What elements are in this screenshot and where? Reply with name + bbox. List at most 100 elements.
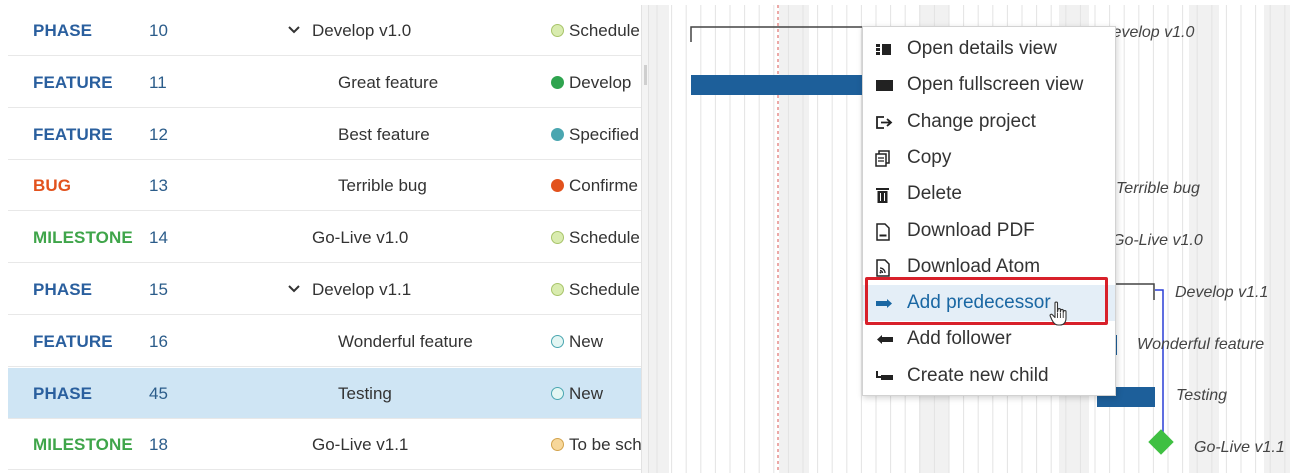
table-row[interactable]: MILESTONE 14 Go-Live v1.0 Schedule bbox=[8, 212, 641, 264]
type-cell: MILESTONE bbox=[33, 228, 133, 248]
id-link[interactable]: 14 bbox=[149, 212, 199, 263]
menu-item-label: Open fullscreen view bbox=[907, 74, 1084, 96]
menu-item-open-details-view[interactable]: Open details view bbox=[863, 31, 1115, 67]
gantt-bar bbox=[691, 75, 871, 95]
divider-grip[interactable] bbox=[644, 65, 647, 85]
gantt-label: Develop v1.1 bbox=[1175, 284, 1268, 301]
menu-item-change-project[interactable]: Change project bbox=[863, 104, 1115, 140]
menu-item-label: Download Atom bbox=[907, 255, 1041, 277]
add-follower-icon bbox=[875, 321, 895, 357]
gantt-label: Wonderful feature bbox=[1137, 336, 1264, 353]
status-cell[interactable]: Confirme bbox=[551, 160, 641, 211]
subject-text[interactable]: Develop v1.1 bbox=[312, 280, 411, 299]
menu-item-download-atom[interactable]: Download Atom bbox=[863, 249, 1115, 285]
menu-item-label: Add predecessor bbox=[907, 292, 1051, 314]
menu-item-label: Create new child bbox=[907, 364, 1049, 386]
status-label: Schedule bbox=[569, 228, 640, 248]
subject-text[interactable]: Develop v1.0 bbox=[312, 21, 411, 40]
type-cell: FEATURE bbox=[33, 72, 113, 92]
details-view-icon bbox=[875, 31, 895, 67]
type-cell: PHASE bbox=[33, 21, 93, 40]
subject-cell: Go-Live v1.0 bbox=[312, 212, 572, 263]
create-child-icon bbox=[875, 358, 895, 394]
table-row[interactable]: FEATURE 12 Best feature Specified bbox=[8, 109, 641, 160]
table-row[interactable]: PHASE 45 Testing New bbox=[8, 367, 641, 419]
status-label: Schedule bbox=[569, 21, 640, 40]
chevron-down-icon[interactable] bbox=[288, 265, 312, 315]
copy-icon bbox=[875, 140, 895, 176]
status-cell[interactable]: New bbox=[551, 368, 641, 419]
status-label: To be sch bbox=[569, 435, 641, 455]
delete-icon bbox=[875, 176, 895, 212]
menu-item-copy[interactable]: Copy bbox=[863, 140, 1115, 176]
fullscreen-view-icon bbox=[875, 67, 895, 103]
table-row[interactable]: PHASE 10 Develop v1.0 Schedule bbox=[8, 5, 641, 56]
status-dot-icon bbox=[551, 231, 564, 245]
atom-feed-icon bbox=[875, 249, 895, 285]
status-label: New bbox=[569, 383, 604, 403]
subject-text[interactable]: Best feature bbox=[338, 125, 430, 144]
status-dot-icon bbox=[551, 438, 564, 452]
menu-item-open-fullscreen-view[interactable]: Open fullscreen view bbox=[863, 67, 1115, 103]
subject-text[interactable]: Go-Live v1.0 bbox=[312, 228, 408, 247]
gantt-label: Testing bbox=[1176, 387, 1227, 404]
status-dot-icon bbox=[551, 283, 564, 296]
hand-cursor-icon bbox=[1049, 301, 1067, 326]
add-predecessor-icon bbox=[875, 285, 895, 321]
subject-cell: Develop v1.1 bbox=[288, 264, 548, 315]
subject-text[interactable]: Wonderful feature bbox=[338, 332, 473, 351]
status-dot-icon bbox=[551, 75, 564, 89]
menu-item-label: Download PDF bbox=[907, 219, 1035, 241]
table-row[interactable]: FEATURE 16 Wonderful feature New bbox=[8, 316, 641, 367]
status-label: Develop bbox=[569, 72, 632, 92]
table-row[interactable]: MILESTONE 18 Go-Live v1.1 To be sch bbox=[8, 419, 641, 471]
id-link[interactable]: 15 bbox=[149, 264, 199, 315]
status-cell[interactable]: Specified bbox=[551, 109, 641, 160]
subject-text[interactable]: Great feature bbox=[338, 73, 438, 92]
id-link[interactable]: 45 bbox=[149, 368, 199, 419]
subject-text[interactable]: Go-Live v1.1 bbox=[312, 435, 408, 454]
id-link[interactable]: 18 bbox=[149, 419, 199, 470]
table-row[interactable]: PHASE 15 Develop v1.1 Schedule bbox=[8, 264, 641, 315]
status-dot-icon bbox=[551, 24, 564, 37]
type-cell: FEATURE bbox=[33, 331, 113, 351]
menu-item-label: Open details view bbox=[907, 38, 1057, 59]
chevron-down-icon[interactable] bbox=[288, 6, 312, 56]
menu-item-download-pdf[interactable]: Download PDF bbox=[863, 213, 1115, 249]
status-dot-icon bbox=[551, 334, 564, 348]
id-link[interactable]: 13 bbox=[149, 160, 199, 211]
gantt-label: Go-Live v1.1 bbox=[1194, 439, 1285, 456]
subject-text[interactable]: Terrible bug bbox=[338, 176, 427, 195]
work-package-table: PHASE 10 Develop v1.0 Schedule FEATURE 11 Grea… bbox=[0, 5, 641, 473]
status-cell[interactable]: Schedule bbox=[551, 264, 641, 315]
subject-text[interactable]: Testing bbox=[338, 384, 392, 403]
weekend-shading bbox=[1264, 5, 1290, 473]
status-cell[interactable]: New bbox=[551, 316, 641, 367]
status-dot-icon bbox=[551, 386, 564, 400]
change-project-icon bbox=[875, 104, 895, 140]
subject-cell: Go-Live v1.1 bbox=[312, 419, 572, 470]
status-label: New bbox=[569, 331, 604, 351]
menu-item-add-follower[interactable]: Add follower bbox=[863, 321, 1115, 357]
menu-item-label: Copy bbox=[907, 146, 952, 168]
status-cell[interactable]: Develop bbox=[551, 57, 641, 108]
status-cell[interactable]: Schedule bbox=[551, 5, 641, 56]
table-row[interactable]: BUG 13 Terrible bug Confirme bbox=[8, 160, 641, 212]
id-link[interactable]: 16 bbox=[149, 316, 199, 367]
menu-item-add-predecessor[interactable]: Add predecessor bbox=[863, 285, 1115, 322]
menu-item-create-new-child[interactable]: Create new child bbox=[863, 358, 1115, 394]
status-dot-icon bbox=[551, 179, 564, 193]
status-cell[interactable]: Schedule bbox=[551, 212, 641, 263]
id-link[interactable]: 10 bbox=[149, 5, 199, 56]
type-cell: PHASE bbox=[33, 280, 93, 299]
status-cell[interactable]: To be sch bbox=[551, 419, 641, 470]
split-divider[interactable] bbox=[641, 5, 649, 473]
pdf-icon bbox=[875, 213, 895, 249]
table-row[interactable]: FEATURE 11 Great feature Develop bbox=[8, 57, 641, 108]
menu-item-delete[interactable]: Delete bbox=[863, 176, 1115, 212]
id-link[interactable]: 11 bbox=[149, 57, 199, 108]
menu-item-label: Add follower bbox=[907, 328, 1012, 350]
id-link[interactable]: 12 bbox=[149, 109, 199, 160]
status-dot-icon bbox=[551, 127, 564, 141]
weekend-shading bbox=[649, 5, 669, 473]
